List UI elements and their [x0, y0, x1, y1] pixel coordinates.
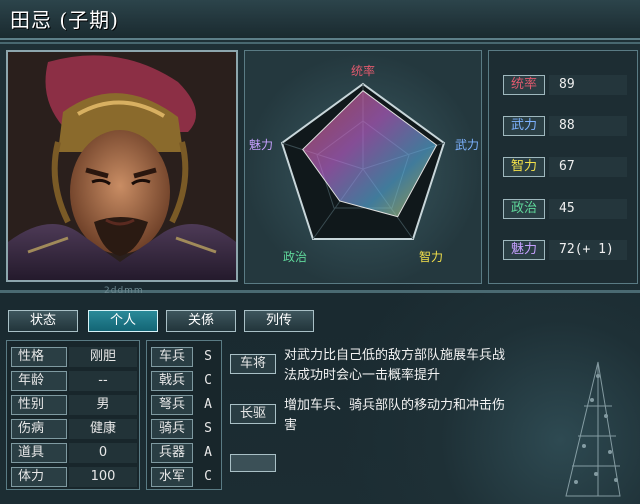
stat-value-wu: 88 — [549, 116, 627, 136]
stat-value-tong: 89 — [549, 75, 627, 95]
personal-info-panel: 性格 刚胆 年龄 -- 性别 男 伤病 健康 道具 0 体力 100 — [6, 340, 140, 490]
stat-row-zhi: 智力 67 — [503, 157, 631, 179]
troop-row: 骑兵 S — [151, 419, 219, 440]
troop-label-halberd: 戟兵 — [151, 371, 193, 391]
header-divider — [0, 42, 640, 44]
stat-value-zhi: 67 — [549, 157, 627, 177]
info-label-health: 伤病 — [11, 419, 67, 439]
empty-skill-slot[interactable] — [230, 454, 276, 472]
troop-grade-siege: A — [204, 445, 212, 460]
troop-grade-halberd: C — [204, 373, 212, 388]
troop-row: 兵器 A — [151, 443, 219, 464]
troop-grade-crossbow: A — [204, 397, 212, 412]
troop-row: 水军 C — [151, 467, 219, 488]
info-label-age: 年龄 — [11, 371, 67, 391]
stat-value-mei: 72(+ 1) — [549, 240, 627, 260]
attribute-stats-panel: 统率 89 武力 88 智力 67 政治 45 魅力 72(+ 1) — [488, 50, 638, 284]
stat-row-tong: 统率 89 — [503, 75, 631, 97]
tab-relations[interactable]: 关係 — [166, 310, 236, 332]
troop-row: 弩兵 A — [151, 395, 219, 416]
info-label-personality: 性格 — [11, 347, 67, 367]
troop-label-cavalry: 骑兵 — [151, 419, 193, 439]
radar-label-tong: 统率 — [351, 63, 375, 78]
info-row: 性别 男 — [11, 395, 137, 416]
troop-grade-chariot: S — [204, 349, 212, 364]
radar-label-wu: 武力 — [455, 138, 479, 152]
stat-label-mei: 魅力 — [503, 240, 545, 260]
title-bar: 田忌 (子期) — [0, 0, 640, 40]
stat-label-wu: 武力 — [503, 116, 545, 136]
stat-row-zheng: 政治 45 — [503, 199, 631, 221]
stat-label-zheng: 政治 — [503, 199, 545, 219]
info-value-gender: 男 — [69, 395, 137, 415]
info-value-personality: 刚胆 — [69, 347, 137, 367]
watermark-text: 2ddmm — [104, 286, 144, 296]
tab-personal[interactable]: 个人 — [88, 310, 158, 332]
info-row: 伤病 健康 — [11, 419, 137, 440]
tab-biography[interactable]: 列传 — [244, 310, 314, 332]
info-row: 年龄 -- — [11, 371, 137, 392]
skill-button-changqu[interactable]: 长驱 — [230, 404, 276, 424]
info-row: 体力 100 — [11, 467, 137, 488]
info-row: 性格 刚胆 — [11, 347, 137, 368]
stat-value-zheng: 45 — [549, 199, 627, 219]
info-label-stamina: 体力 — [11, 467, 67, 487]
troop-row: 车兵 S — [151, 347, 219, 368]
decorative-tree-icon — [565, 361, 621, 497]
troop-grade-cavalry: S — [204, 421, 212, 436]
troop-label-navy: 水军 — [151, 467, 193, 487]
info-value-health: 健康 — [69, 419, 137, 439]
stat-label-tong: 统率 — [503, 75, 545, 95]
troop-grade-navy: C — [204, 469, 212, 484]
info-label-gender: 性别 — [11, 395, 67, 415]
stat-row-mei: 魅力 72(+ 1) — [503, 240, 631, 262]
tab-status[interactable]: 状态 — [8, 310, 78, 332]
officer-portrait — [6, 50, 238, 282]
troop-label-siege: 兵器 — [151, 443, 193, 463]
section-divider — [0, 290, 640, 293]
attribute-radar-chart: 统率 武力 智力 政治 魅力 — [244, 50, 482, 284]
radar-label-zheng: 政治 — [283, 250, 307, 264]
troop-label-crossbow: 弩兵 — [151, 395, 193, 415]
stat-row-wu: 武力 88 — [503, 116, 631, 138]
officer-name-title: 田忌 (子期) — [10, 8, 119, 32]
skill-button-chejiang[interactable]: 车将 — [230, 354, 276, 374]
troop-label-chariot: 车兵 — [151, 347, 193, 367]
info-value-stamina: 100 — [69, 467, 137, 487]
radar-label-zhi: 智力 — [419, 249, 443, 264]
info-value-age: -- — [69, 371, 137, 391]
radar-svg: 统率 武力 智力 政治 魅力 — [249, 63, 479, 264]
troop-row: 戟兵 C — [151, 371, 219, 392]
troop-aptitude-panel: 车兵 S 戟兵 C 弩兵 A 骑兵 S 兵器 A 水军 C — [146, 340, 222, 490]
stat-label-zhi: 智力 — [503, 157, 545, 177]
info-row: 道具 0 — [11, 443, 137, 464]
radar-label-mei: 魅力 — [249, 137, 273, 152]
info-value-items: 0 — [69, 443, 137, 463]
info-label-items: 道具 — [11, 443, 67, 463]
